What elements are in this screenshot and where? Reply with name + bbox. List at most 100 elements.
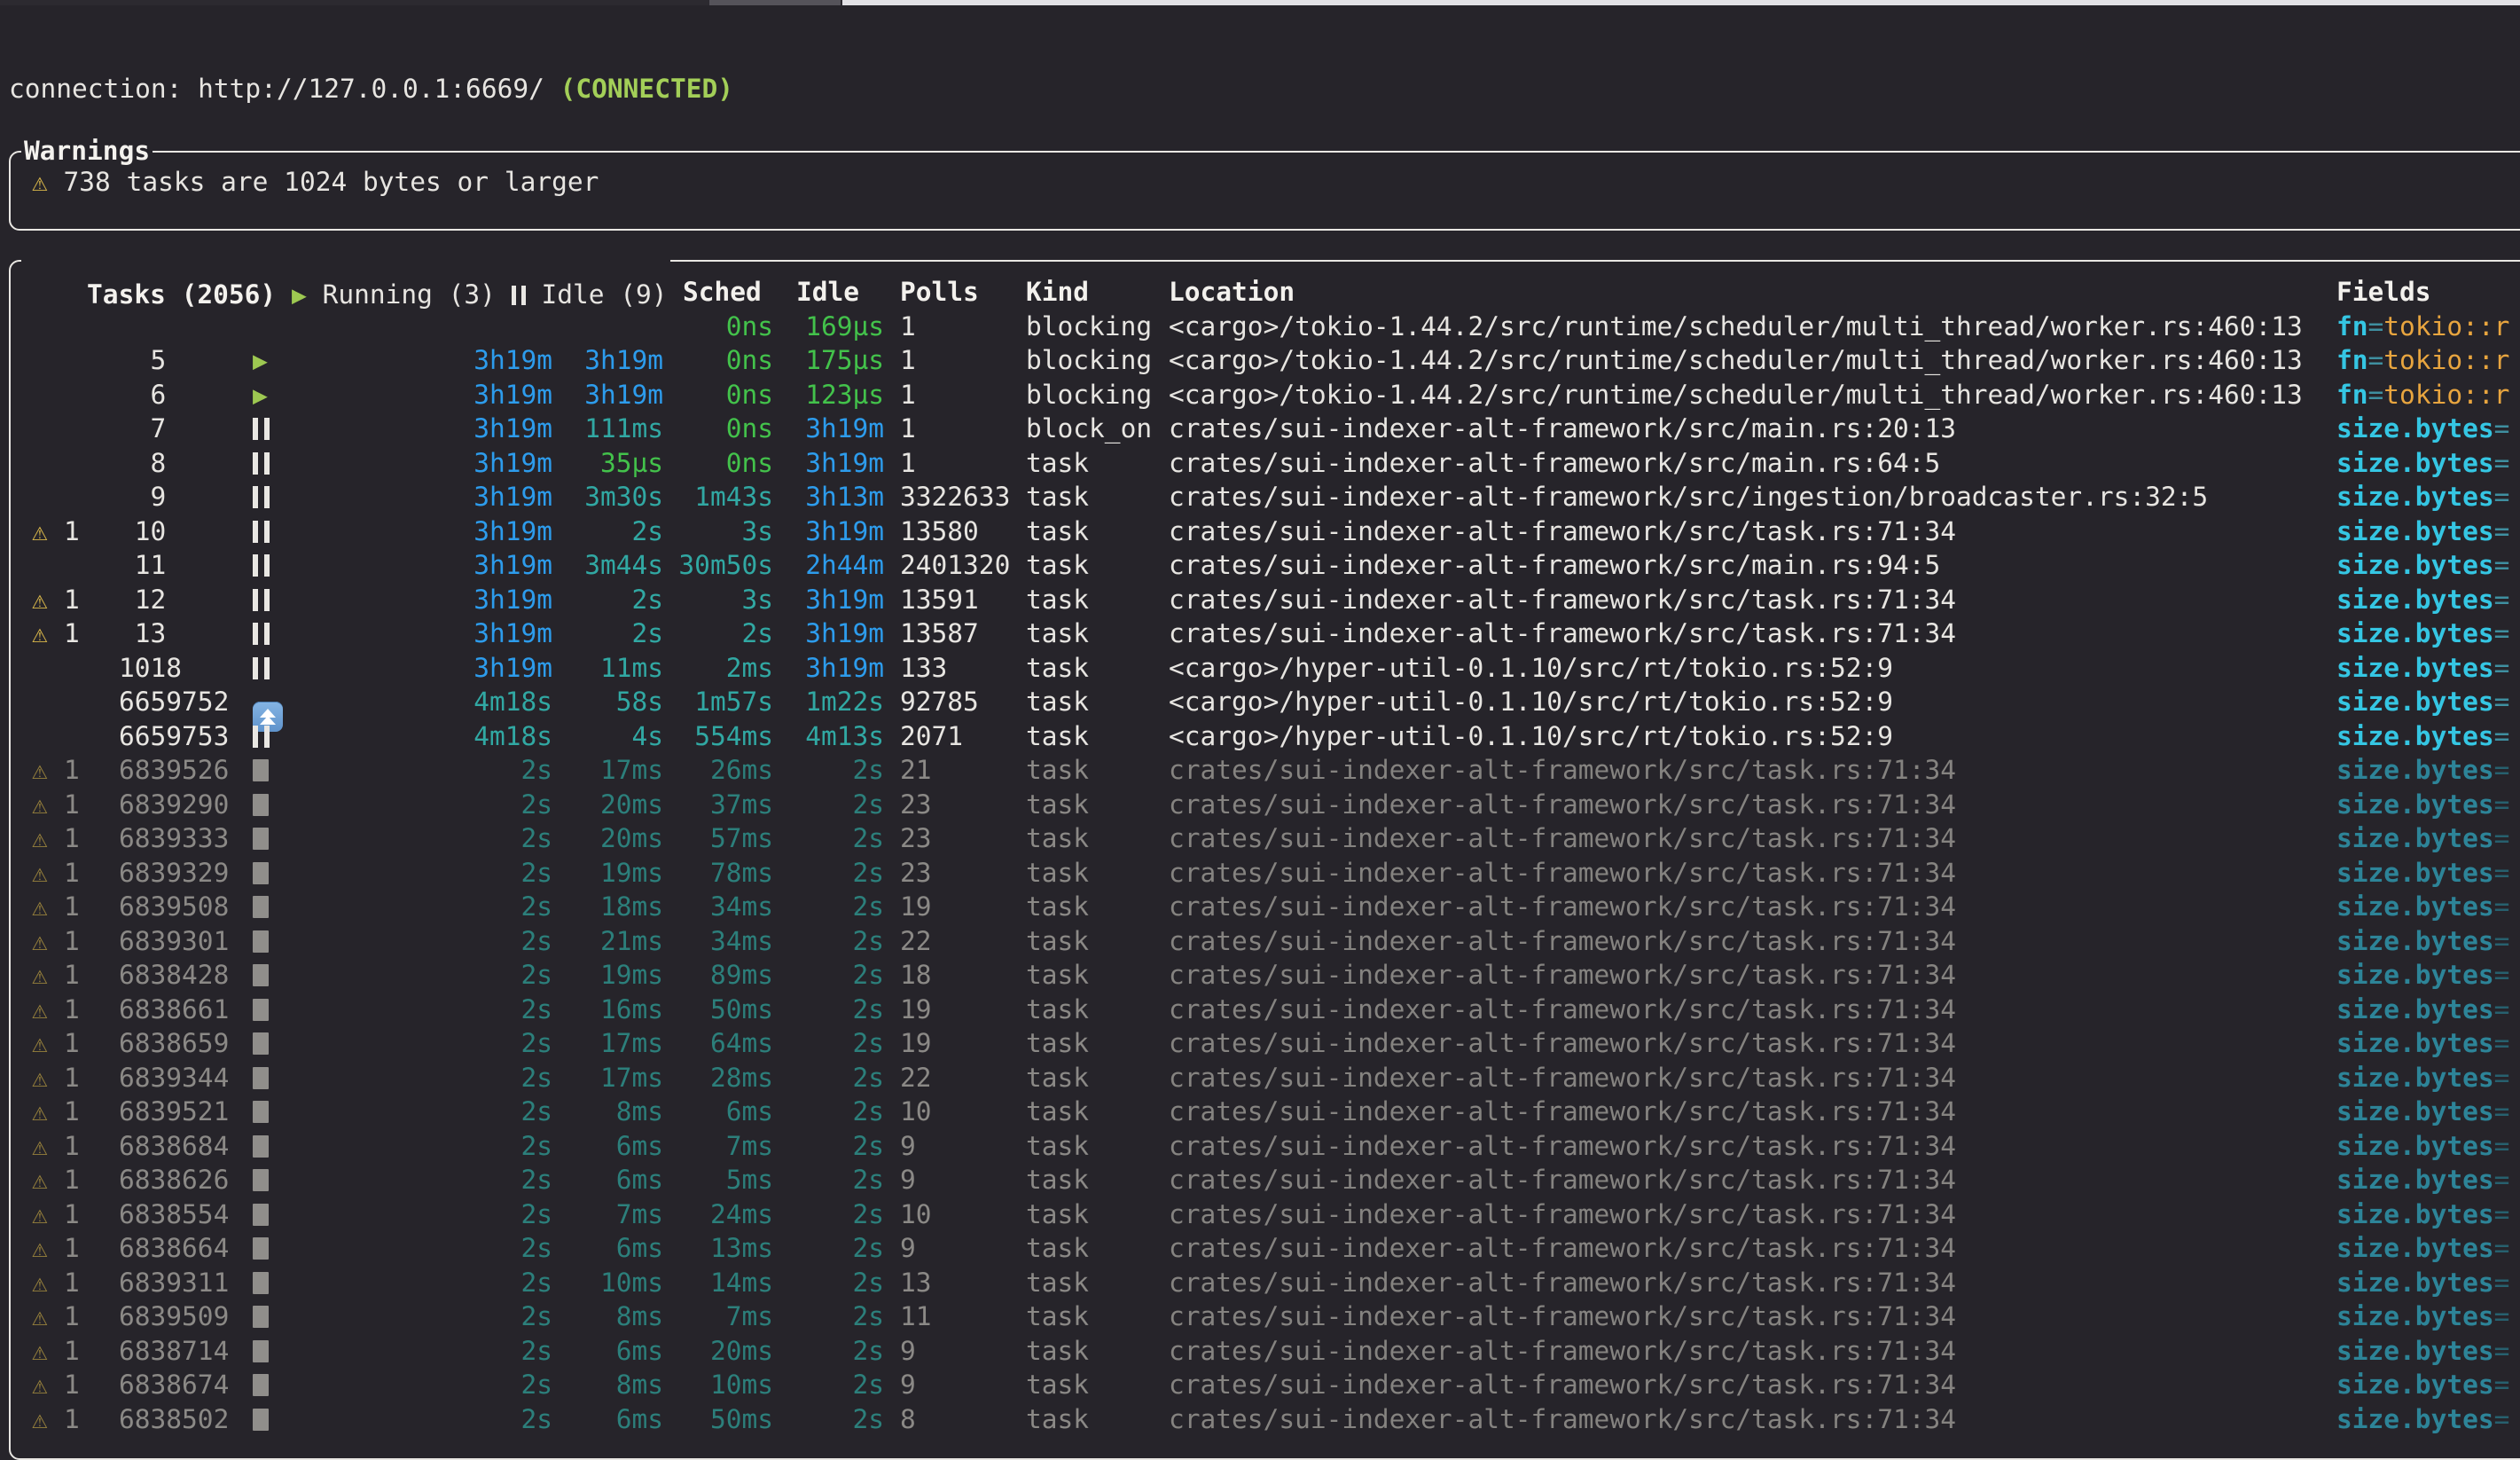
cell-sched: 26ms (663, 753, 773, 788)
table-row[interactable]: ⚠168387142s6ms20ms2s9taskcrates/sui-inde… (32, 1334, 2520, 1369)
cell-id: 6838684 (111, 1129, 237, 1164)
cell-state (237, 616, 348, 651)
cell-warn: ⚠1 (32, 924, 111, 959)
table-row[interactable]: ⚠168395082s18ms34ms2s19taskcrates/sui-in… (32, 890, 2520, 924)
cell-polls: 9 (884, 1129, 1010, 1164)
warning-triangle-icon: ⚠ (32, 958, 64, 993)
table-row[interactable]: ⚠168386642s6ms13ms2s9taskcrates/sui-inde… (32, 1231, 2520, 1266)
table-row[interactable]: 66597524m18s58s1m57s1m22s92785task<cargo… (32, 685, 2520, 719)
cell-kind: task (1010, 1061, 1152, 1095)
cell-sched: 2s (663, 616, 773, 651)
cell-fields: size.bytes= (2319, 548, 2520, 583)
cell-total: 3h19m (458, 651, 552, 686)
table-row[interactable]: ⚠168393292s19ms78ms2s23taskcrates/sui-in… (32, 856, 2520, 891)
cell-fields: size.bytes= (2319, 924, 2520, 959)
cell-id: 6838502 (111, 1402, 237, 1437)
table-row[interactable]: ⚠168386262s6ms5ms2s9taskcrates/sui-index… (32, 1163, 2520, 1197)
table-row[interactable]: ⚠168393012s21ms34ms2s22taskcrates/sui-in… (32, 924, 2520, 959)
table-row[interactable]: ⚠168392902s20ms37ms2s23taskcrates/sui-in… (32, 788, 2520, 822)
cell-kind: task (1010, 651, 1152, 686)
cell-state (237, 1061, 348, 1095)
column-header-fields[interactable]: Fields (2319, 275, 2520, 310)
cell-kind: task (1010, 958, 1152, 993)
column-header-idle[interactable]: Idle (773, 275, 884, 310)
cell-kind: block_on (1010, 412, 1152, 446)
table-row[interactable]: 6▶3h19m3h19m0ns123µs1blocking<cargo>/tok… (32, 378, 2520, 412)
table-row[interactable]: ⚠1 123h19m2s3s3h19m13591taskcrates/sui-i… (32, 583, 2520, 617)
table-row[interactable]: ⚠168385022s6ms50ms2s8taskcrates/sui-inde… (32, 1402, 2520, 1437)
pause-icon (253, 726, 270, 748)
cell-idle: 2s (773, 1095, 884, 1129)
table-row[interactable]: 66597534m18s4s554ms4m13s2071task<cargo>/… (32, 719, 2520, 754)
column-header-sched[interactable]: Sched (663, 275, 773, 310)
table-row[interactable]: ⚠168386842s6ms7ms2s9taskcrates/sui-index… (32, 1129, 2520, 1164)
cell-fields: size.bytes= (2319, 1368, 2520, 1402)
warning-triangle-icon: ⚠ (32, 1266, 64, 1300)
cell-busy: 19ms (552, 958, 663, 993)
table-row[interactable]: ⚠168395212s8ms6ms2s10taskcrates/sui-inde… (32, 1095, 2520, 1129)
cell-warn: ⚠1 (32, 1163, 111, 1197)
cell-total: 2s (458, 1368, 552, 1402)
table-row[interactable]: ⚠168386742s8ms10ms2s9taskcrates/sui-inde… (32, 1368, 2520, 1402)
table-row[interactable]: ⚠168395262s17ms26ms2s21taskcrates/sui-in… (32, 753, 2520, 788)
table-row[interactable]: ⚠168393442s17ms28ms2s22taskcrates/sui-in… (32, 1061, 2520, 1095)
cell-idle: 4m13s (773, 719, 884, 754)
column-header-kind[interactable]: Kind (1010, 275, 1152, 310)
cell-fields: size.bytes= (2319, 583, 2520, 617)
cell-kind: blocking (1010, 378, 1152, 412)
stopped-icon (253, 1101, 269, 1123)
cell-state (237, 446, 348, 481)
cell-kind: task (1010, 616, 1152, 651)
cell-state (237, 1095, 348, 1129)
cell-idle: 1m22s (773, 685, 884, 719)
cell-sched: 1m43s (663, 480, 773, 514)
table-row[interactable]: 10183h19m11ms2ms3h19m133task<cargo>/hype… (32, 651, 2520, 686)
cell-total: 2s (458, 1231, 552, 1266)
cell-busy: 21ms (552, 924, 663, 959)
column-header-polls[interactable]: Polls (884, 275, 1010, 310)
cell-sched: 7ms (663, 1129, 773, 1164)
table-row[interactable]: ⚠168386612s16ms50ms2s19taskcrates/sui-in… (32, 993, 2520, 1027)
cell-kind: task (1010, 788, 1152, 822)
cell-fields: size.bytes= (2319, 446, 2520, 481)
cell-sched: 89ms (663, 958, 773, 993)
warning-triangle-icon: ⚠ (32, 1368, 64, 1402)
table-row[interactable]: ⚠1 103h19m2s3s3h19m13580taskcrates/sui-i… (32, 514, 2520, 549)
table-row[interactable]: ⚠168384282s19ms89ms2s18taskcrates/sui-in… (32, 958, 2520, 993)
cell-id: 6839521 (111, 1095, 237, 1129)
table-row[interactable]: ⚠168393112s10ms14ms2s13taskcrates/sui-in… (32, 1266, 2520, 1300)
table-row[interactable]: 93h19m3m30s1m43s3h13m3322633taskcrates/s… (32, 480, 2520, 514)
cell-idle: 2s (773, 958, 884, 993)
table-row[interactable]: ⚠168385542s7ms24ms2s10taskcrates/sui-ind… (32, 1197, 2520, 1232)
table-row[interactable]: 83h19m35µs0ns3h19m1taskcrates/sui-indexe… (32, 446, 2520, 481)
cell-location: crates/sui-indexer-alt-framework/src/tas… (1152, 1334, 2319, 1369)
cell-polls: 3322633 (884, 480, 1010, 514)
cell-sched: 50ms (663, 993, 773, 1027)
cell-total: 2s (458, 1402, 552, 1437)
cell-kind: task (1010, 753, 1152, 788)
cell-polls: 1 (884, 378, 1010, 412)
cell-id: 11 (111, 548, 237, 583)
cell-id: 6838554 (111, 1197, 237, 1232)
stopped-icon (253, 999, 269, 1021)
cell-polls: 13 (884, 1266, 1010, 1300)
table-row[interactable]: 113h19m3m44s30m50s2h44m2401320taskcrates… (32, 548, 2520, 583)
cell-sched: 30m50s (663, 548, 773, 583)
table-row[interactable]: 73h19m111ms0ns3h19m1block_oncrates/sui-i… (32, 412, 2520, 446)
header-text: connection: http://127.0.0.1:6669/ (9, 74, 560, 104)
table-row[interactable]: 5▶3h19m3h19m0ns175µs1blocking<cargo>/tok… (32, 343, 2520, 378)
cell-busy: 8ms (552, 1095, 663, 1129)
table-row[interactable]: ⚠168386592s17ms64ms2s19taskcrates/sui-in… (32, 1026, 2520, 1061)
table-row[interactable]: ⚠168393332s20ms57ms2s23taskcrates/sui-in… (32, 821, 2520, 856)
cell-polls: 1 (884, 310, 1010, 344)
warning-triangle-icon: ⚠ (32, 788, 64, 822)
table-row[interactable]: ⚠1 133h19m2s2s3h19m13587taskcrates/sui-i… (32, 616, 2520, 651)
cell-location: <cargo>/hyper-util-0.1.10/src/rt/tokio.r… (1152, 685, 2319, 719)
stopped-icon (253, 794, 269, 816)
cell-id: 6839526 (111, 753, 237, 788)
cell-id: 6839311 (111, 1266, 237, 1300)
cell-kind: task (1010, 1266, 1152, 1300)
table-row[interactable]: ⚠168395092s8ms7ms2s11taskcrates/sui-inde… (32, 1299, 2520, 1334)
column-header-location[interactable]: Location (1152, 275, 2319, 310)
cell-kind: task (1010, 1095, 1152, 1129)
